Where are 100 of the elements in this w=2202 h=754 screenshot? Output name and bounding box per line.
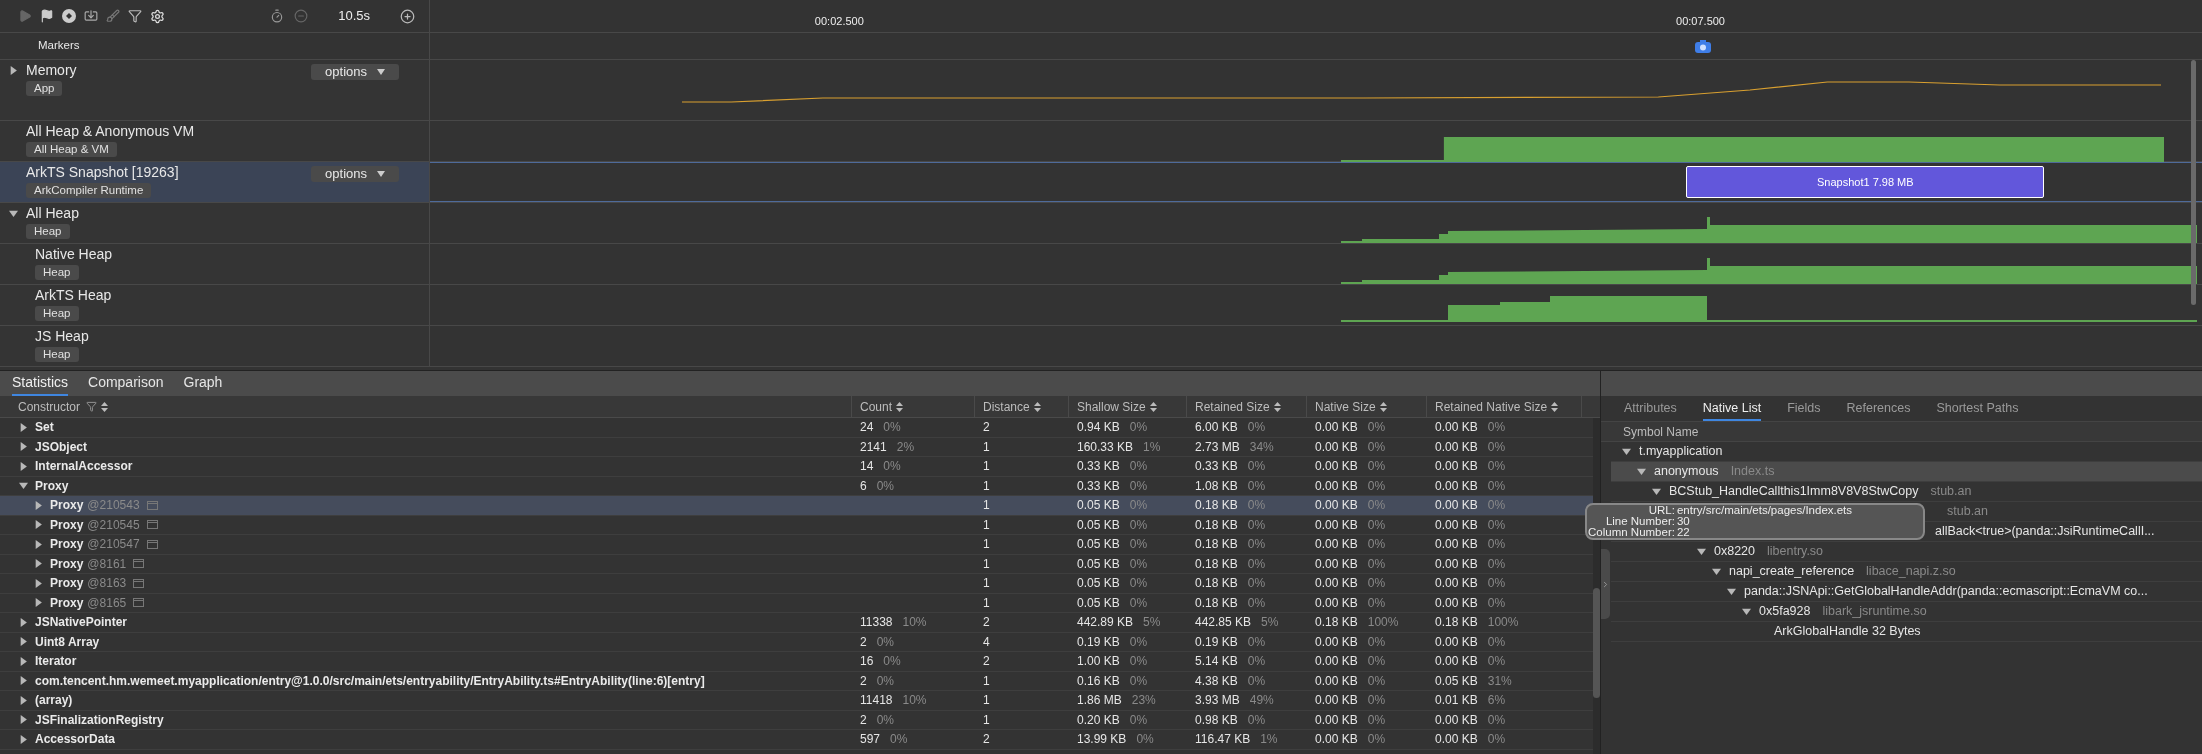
percent-text: 0% (1129, 672, 1148, 690)
percent-text: 0% (876, 633, 895, 651)
percent-text: 0% (1129, 555, 1148, 573)
percent-text: 0% (876, 672, 895, 690)
percent-text: 0% (1247, 516, 1266, 534)
constructor-name: Proxy (50, 536, 84, 554)
table-cell-text: 0.05 KB (1435, 672, 1478, 690)
table-cell-text: 1.86 MB (1077, 692, 1122, 710)
percent-text: 0% (1367, 575, 1386, 593)
tooltip-value: entry/src/main/ets/pages/Index.ets (1676, 505, 1854, 516)
percent-text: 0% (1367, 692, 1386, 710)
table-cell-text: 0.00 KB (1315, 516, 1358, 534)
table-cell-text: 597 (860, 731, 881, 749)
table-cell-text: 0.05 KB (1077, 536, 1120, 554)
table-cell-text: 2 (860, 711, 867, 729)
table-cell-text: 160.33 KB (1077, 438, 1134, 456)
table-cell-text: 0.01 KB (1435, 692, 1478, 710)
table-cell-text: 13.99 KB (1077, 731, 1127, 749)
table-cell-text: 1.00 KB (1077, 653, 1120, 671)
table-cell-text: 0.98 KB (1195, 711, 1238, 729)
table-cell-text: 0.00 KB (1315, 419, 1358, 437)
percent-text: 0% (1247, 672, 1266, 690)
table-cell-text: 1 (983, 692, 990, 710)
table-cell-text: 0.00 KB (1315, 711, 1358, 729)
percent-text: 0% (1247, 575, 1266, 593)
percent-text: 100% (1367, 614, 1399, 632)
constructor-name: JSNativePointer (35, 614, 128, 632)
table-cell-text: 6 (860, 477, 867, 495)
table-cell-text: 0.00 KB (1315, 536, 1358, 554)
percent-text: 0% (1247, 594, 1266, 612)
symbol-name: napi_create_reference (1729, 563, 1855, 581)
track-tag: All Heap & VM (26, 142, 117, 157)
table-cell-text: 0.00 KB (1315, 731, 1358, 749)
table-cell-text: 0.33 KB (1077, 458, 1120, 476)
table-cell-text: 0.00 KB (1315, 477, 1358, 495)
table-cell-text: 0.18 KB (1195, 555, 1238, 573)
table-cell-text: 0.18 KB (1195, 497, 1238, 515)
symbol-name: allBack<true>(panda::JsiRuntimeCallI... (1935, 523, 2155, 541)
table-cell-text: 0.00 KB (1435, 711, 1478, 729)
percent-text: 0% (1487, 731, 1506, 749)
percent-text: 0% (1367, 458, 1386, 476)
percent-text: 0% (1247, 458, 1266, 476)
percent-text: 0% (1487, 594, 1506, 612)
percent-text: 0% (1487, 497, 1506, 515)
track-name: Native Heap (35, 245, 114, 264)
tooltip-value: 22 (1676, 527, 1691, 538)
percent-text: 0% (1367, 633, 1386, 651)
percent-text: 0% (1247, 477, 1266, 495)
table-cell-text: 0.18 KB (1195, 536, 1238, 554)
table-cell-text: 0.05 KB (1077, 516, 1120, 534)
table-cell-text: 2141 (860, 438, 887, 456)
table-cell-text: 1 (983, 477, 990, 495)
constructor-name: Iterator (35, 653, 77, 671)
constructor-name: Proxy (50, 497, 84, 515)
table-cell-text: 0.16 KB (1077, 672, 1120, 690)
table-cell-text: 0.18 KB (1315, 614, 1358, 632)
track-tag: Heap (35, 306, 79, 321)
table-cell-text: 1 (983, 458, 990, 476)
table-cell-text: 2 (983, 419, 990, 437)
table-cell-text: 0.00 KB (1315, 438, 1358, 456)
library-name: stub.an (1947, 503, 1988, 521)
table-cell-text: 4 (983, 633, 990, 651)
percent-text: 100% (1487, 614, 1519, 632)
table-cell-text: 0.00 KB (1315, 575, 1358, 593)
percent-text: 0% (1129, 477, 1148, 495)
track-name: All Heap (26, 204, 80, 223)
constructor-name: AccessorData (35, 731, 116, 749)
percent-text: 0% (1129, 594, 1148, 612)
table-cell-text: 0.00 KB (1315, 497, 1358, 515)
table-cell-text: 2 (983, 614, 990, 632)
percent-text: 0% (1487, 458, 1506, 476)
table-cell-text: 0.94 KB (1077, 419, 1120, 437)
percent-text: 0% (1129, 711, 1148, 729)
table-cell-text: 5.14 KB (1195, 653, 1238, 671)
percent-text: 0% (1129, 419, 1148, 437)
percent-text: 0% (1129, 575, 1148, 593)
percent-text: 0% (1367, 536, 1386, 554)
table-cell-text: 0.00 KB (1315, 458, 1358, 476)
percent-text: 0% (1487, 419, 1506, 437)
percent-text: 0% (1247, 536, 1266, 554)
track-tag: App (26, 81, 63, 96)
table-cell-text: 0.00 KB (1435, 477, 1478, 495)
percent-text: 0% (1487, 575, 1506, 593)
track-name: Memory (26, 61, 78, 80)
table-cell-text: 2 (860, 672, 867, 690)
table-cell-text: 0.00 KB (1435, 536, 1478, 554)
percent-text: 0% (1367, 653, 1386, 671)
percent-text: 0% (1487, 536, 1506, 554)
table-cell-text: 1 (983, 438, 990, 456)
percent-text: 0% (1367, 419, 1386, 437)
percent-text: 0% (883, 458, 901, 476)
percent-text: 0% (1247, 555, 1266, 573)
table-cell-text: 0.33 KB (1077, 477, 1120, 495)
percent-text: 0% (1247, 633, 1266, 651)
object-id: @8163 (87, 575, 127, 593)
percent-text: 0% (1247, 653, 1266, 671)
table-cell-text: 2 (983, 731, 990, 749)
table-cell-text: 0.19 KB (1077, 633, 1120, 651)
table-cell-text: 11338 (860, 614, 893, 632)
table-cell-text: 3.93 MB (1195, 692, 1240, 710)
